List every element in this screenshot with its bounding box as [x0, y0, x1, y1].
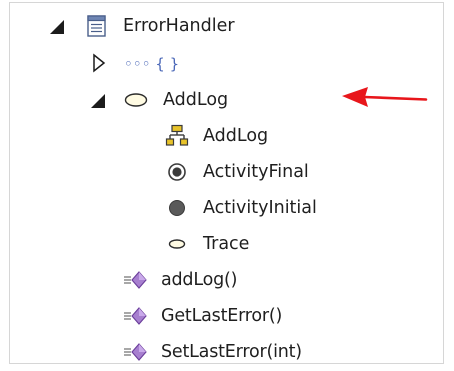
tree-node-label: Trace [203, 234, 250, 254]
tree-node-activityfinal[interactable]: ActivityFinal [0, 157, 309, 187]
tree-node-label: addLog() [161, 270, 238, 290]
tree-node-addlog-activity[interactable]: AddLog [0, 85, 300, 115]
tree-node-operation-addlog[interactable]: addLog() [0, 265, 300, 295]
tree-node-errorhandler[interactable]: ErrorHandler [0, 11, 300, 41]
tree-node-addlog-diagram[interactable]: AddLog [0, 121, 300, 151]
operation-icon [124, 343, 147, 361]
tree-node-label: ActivityFinal [203, 162, 309, 182]
tree-node-attributes[interactable]: ◦◦◦ { } [0, 48, 300, 78]
expanded-toggle-icon[interactable] [89, 91, 109, 111]
tree-node-label: ActivityInitial [203, 198, 317, 218]
expanded-toggle-icon[interactable] [48, 17, 68, 37]
tree-node-label: AddLog [163, 90, 229, 110]
tree-node-trace[interactable]: Trace [0, 229, 300, 259]
tree-node-label: GetLastError() [161, 306, 283, 326]
activity-icon [124, 93, 148, 107]
action-icon [168, 239, 186, 249]
tree-node-operation-getlasterror[interactable]: GetLastError() [0, 301, 300, 331]
tree-node-operation-setlasterror[interactable]: SetLastError(int) [0, 337, 302, 367]
tree-node-label: AddLog [203, 126, 269, 146]
activity-initial-icon [169, 200, 185, 216]
operation-icon [124, 307, 147, 325]
collapsed-toggle-icon[interactable] [89, 53, 109, 73]
activity-final-icon [168, 163, 186, 181]
class-icon [87, 15, 106, 37]
operation-icon [124, 271, 147, 289]
tree-node-label: SetLastError(int) [161, 342, 302, 362]
tree-node-label: ErrorHandler [123, 16, 235, 36]
tree-node-activityinitial[interactable]: ActivityInitial [0, 193, 317, 223]
attributes-label: ◦◦◦ { } [124, 55, 180, 73]
arrow-left-icon [342, 87, 428, 107]
activity-diagram-icon [165, 124, 189, 146]
